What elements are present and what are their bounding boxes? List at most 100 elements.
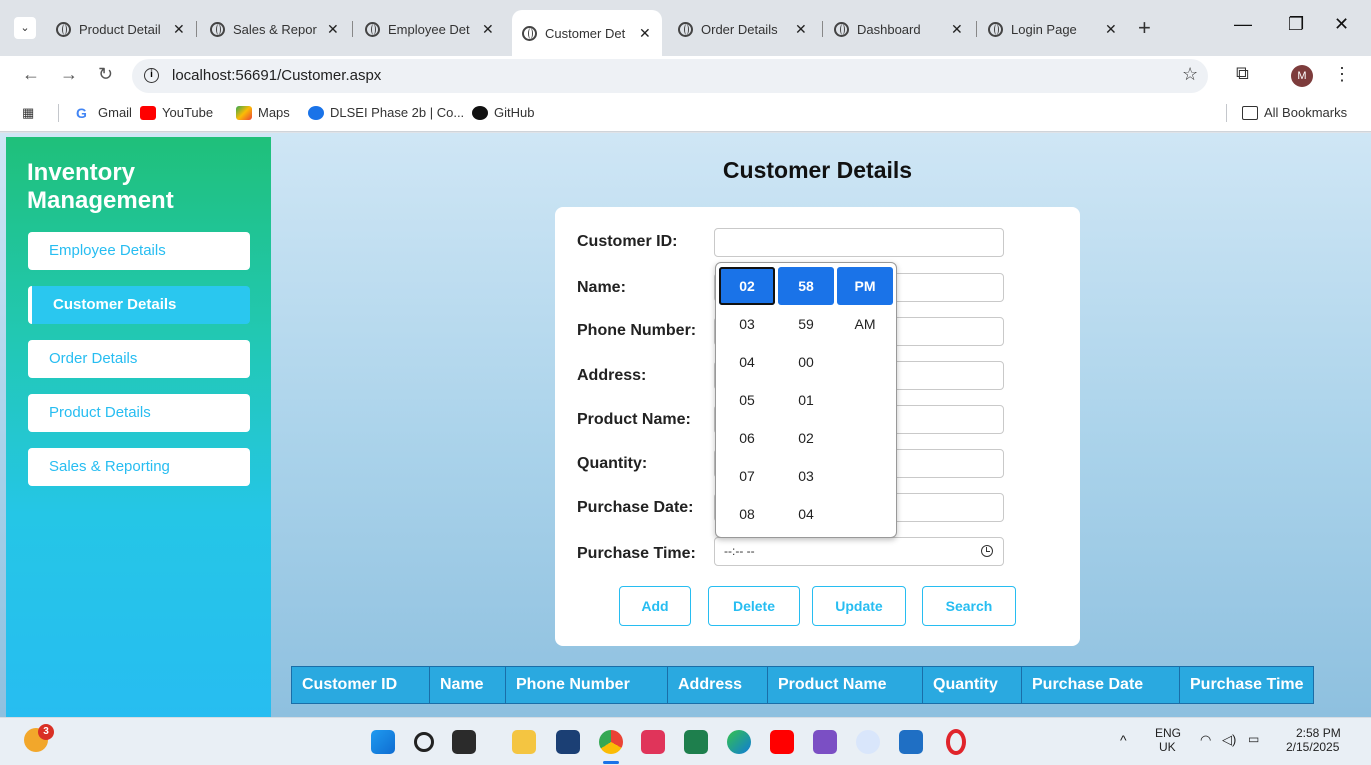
extensions-icon[interactable]: ⧉ bbox=[1236, 63, 1249, 84]
column-header: Purchase Time bbox=[1190, 676, 1304, 693]
period-option[interactable]: AM bbox=[837, 305, 893, 343]
hour-option[interactable]: 07 bbox=[719, 457, 775, 495]
tab-product-details[interactable]: Product Detail ✕ bbox=[46, 14, 192, 44]
address-bar-row: ← → ↻ i localhost:56691/Customer.aspx bbox=[0, 56, 1371, 96]
opera-icon[interactable] bbox=[946, 729, 966, 755]
minute-option[interactable]: 01 bbox=[778, 381, 834, 419]
youtube-app-icon[interactable] bbox=[770, 730, 794, 754]
omnibox[interactable]: i localhost:56691/Customer.aspx bbox=[132, 59, 1208, 93]
minute-option[interactable]: 00 bbox=[778, 343, 834, 381]
hour-option[interactable]: 05 bbox=[719, 381, 775, 419]
hour-option[interactable]: 03 bbox=[719, 305, 775, 343]
tab-customer-details[interactable]: Customer Det ✕ bbox=[512, 10, 662, 56]
visual-studio-icon[interactable] bbox=[813, 730, 837, 754]
close-tab-icon[interactable]: ✕ bbox=[1105, 21, 1117, 38]
task-view-icon[interactable] bbox=[452, 730, 476, 754]
browser-tab-strip: ⌄ Product Detail ✕ Sales & Repor ✕ Emplo… bbox=[0, 0, 1371, 56]
bookmark-youtube[interactable]: YouTube bbox=[140, 105, 213, 120]
edge-icon[interactable] bbox=[727, 730, 751, 754]
globe-icon bbox=[834, 21, 849, 37]
microsoft-store-icon[interactable] bbox=[556, 730, 580, 754]
clock-time[interactable]: 2:58 PM bbox=[1296, 726, 1341, 740]
reload-icon[interactable]: ↻ bbox=[98, 64, 113, 85]
minute-option[interactable]: 58 bbox=[778, 267, 834, 305]
purchase-time-input[interactable]: --:-- -- bbox=[714, 537, 1004, 566]
bookmark-gmail[interactable]: G Gmail bbox=[76, 105, 132, 120]
bookmark-dlsei[interactable]: DLSEI Phase 2b | Co... bbox=[308, 105, 464, 120]
column-header: Name bbox=[430, 667, 506, 703]
minute-option[interactable]: 02 bbox=[778, 419, 834, 457]
update-button[interactable]: Update bbox=[812, 586, 906, 626]
hour-option[interactable]: 06 bbox=[719, 419, 775, 457]
sidebar-item-order-details[interactable]: Order Details bbox=[28, 340, 250, 378]
url-text[interactable]: localhost:56691/Customer.aspx bbox=[172, 67, 381, 84]
sidebar-item-employee-details[interactable]: Employee Details bbox=[28, 232, 250, 270]
bookmark-github[interactable]: GitHub bbox=[472, 105, 534, 120]
bookmark-star-icon[interactable]: ☆ bbox=[1182, 64, 1198, 85]
close-tab-icon[interactable]: ✕ bbox=[951, 21, 963, 38]
minute-option[interactable]: 59 bbox=[778, 305, 834, 343]
bookmark-maps[interactable]: Maps bbox=[236, 105, 290, 120]
anydesk-icon[interactable] bbox=[641, 730, 665, 754]
clock-date[interactable]: 2/15/2025 bbox=[1286, 740, 1339, 754]
hour-option[interactable]: 08 bbox=[719, 495, 775, 533]
battery-icon[interactable]: ▭ bbox=[1248, 732, 1259, 746]
tab-search-button[interactable]: ⌄ bbox=[14, 17, 36, 39]
column-header: Customer ID bbox=[292, 667, 430, 703]
tab-login-page[interactable]: Login Page ✕ bbox=[978, 14, 1128, 44]
forward-icon[interactable]: → bbox=[60, 64, 78, 85]
tab-dashboard[interactable]: Dashboard ✕ bbox=[824, 14, 974, 44]
hour-option[interactable]: 02 bbox=[719, 267, 775, 305]
close-window-icon[interactable]: ✕ bbox=[1334, 14, 1349, 35]
new-tab-button[interactable]: + bbox=[1138, 15, 1151, 41]
file-explorer-icon[interactable] bbox=[512, 730, 536, 754]
volume-icon[interactable]: ◁) bbox=[1222, 732, 1236, 748]
apps-grid-icon[interactable]: ▦ bbox=[22, 105, 34, 121]
tab-employee-details[interactable]: Employee Det ✕ bbox=[355, 14, 505, 44]
minimize-icon[interactable]: — bbox=[1234, 14, 1252, 35]
tab-sales-reporting[interactable]: Sales & Repor ✕ bbox=[200, 14, 346, 44]
search-icon[interactable] bbox=[414, 732, 434, 752]
customer-id-input[interactable] bbox=[714, 228, 1004, 257]
all-bookmarks-button[interactable]: All Bookmarks bbox=[1242, 105, 1347, 120]
chrome-icon[interactable] bbox=[599, 730, 623, 754]
azure-data-studio-icon[interactable] bbox=[899, 730, 923, 754]
close-tab-icon[interactable]: ✕ bbox=[327, 21, 339, 38]
sidebar-item-customer-details[interactable]: Customer Details bbox=[28, 286, 250, 324]
android-studio-icon[interactable] bbox=[856, 730, 880, 754]
period-option[interactable]: PM bbox=[837, 267, 893, 305]
search-button[interactable]: Search bbox=[922, 586, 1016, 626]
hour-option[interactable]: 04 bbox=[719, 343, 775, 381]
name-label: Name: bbox=[577, 279, 626, 296]
hour-column: 02 03 04 05 06 07 08 bbox=[719, 267, 775, 533]
profile-avatar[interactable]: M bbox=[1291, 65, 1313, 87]
tab-title: Order Details bbox=[701, 21, 778, 37]
sidebar-item-sales-reporting[interactable]: Sales & Reporting bbox=[28, 448, 250, 486]
close-tab-icon[interactable]: ✕ bbox=[173, 21, 185, 38]
close-tab-icon[interactable]: ✕ bbox=[639, 25, 651, 42]
pycharm-icon[interactable] bbox=[684, 730, 708, 754]
back-icon[interactable]: ← bbox=[22, 64, 40, 85]
input-language[interactable]: ENG bbox=[1155, 726, 1181, 740]
wifi-icon[interactable]: ◠ bbox=[1200, 732, 1211, 748]
close-tab-icon[interactable]: ✕ bbox=[482, 21, 494, 38]
tab-title: Dashboard bbox=[857, 21, 921, 37]
delete-button[interactable]: Delete bbox=[708, 586, 800, 626]
bookmark-label: Gmail bbox=[98, 105, 132, 120]
windows-start-icon[interactable] bbox=[371, 730, 395, 754]
restore-icon[interactable]: ❐ bbox=[1288, 14, 1304, 35]
globe-icon bbox=[365, 21, 380, 37]
more-menu-icon[interactable]: ⋮ bbox=[1333, 64, 1351, 85]
chevron-up-icon[interactable]: ^ bbox=[1120, 732, 1127, 748]
bookmark-label: All Bookmarks bbox=[1264, 105, 1348, 120]
add-button[interactable]: Add bbox=[619, 586, 691, 626]
minute-option[interactable]: 03 bbox=[778, 457, 834, 495]
sidebar-item-product-details[interactable]: Product Details bbox=[28, 394, 250, 432]
bookmark-label: DLSEI Phase 2b | Co... bbox=[330, 105, 465, 120]
minute-option[interactable]: 04 bbox=[778, 495, 834, 533]
purchase-time-label: Purchase Time: bbox=[577, 545, 696, 562]
site-info-icon[interactable]: i bbox=[144, 68, 159, 83]
tab-order-details[interactable]: Order Details ✕ bbox=[668, 14, 820, 44]
clock-icon[interactable] bbox=[981, 545, 993, 557]
close-tab-icon[interactable]: ✕ bbox=[795, 21, 807, 38]
